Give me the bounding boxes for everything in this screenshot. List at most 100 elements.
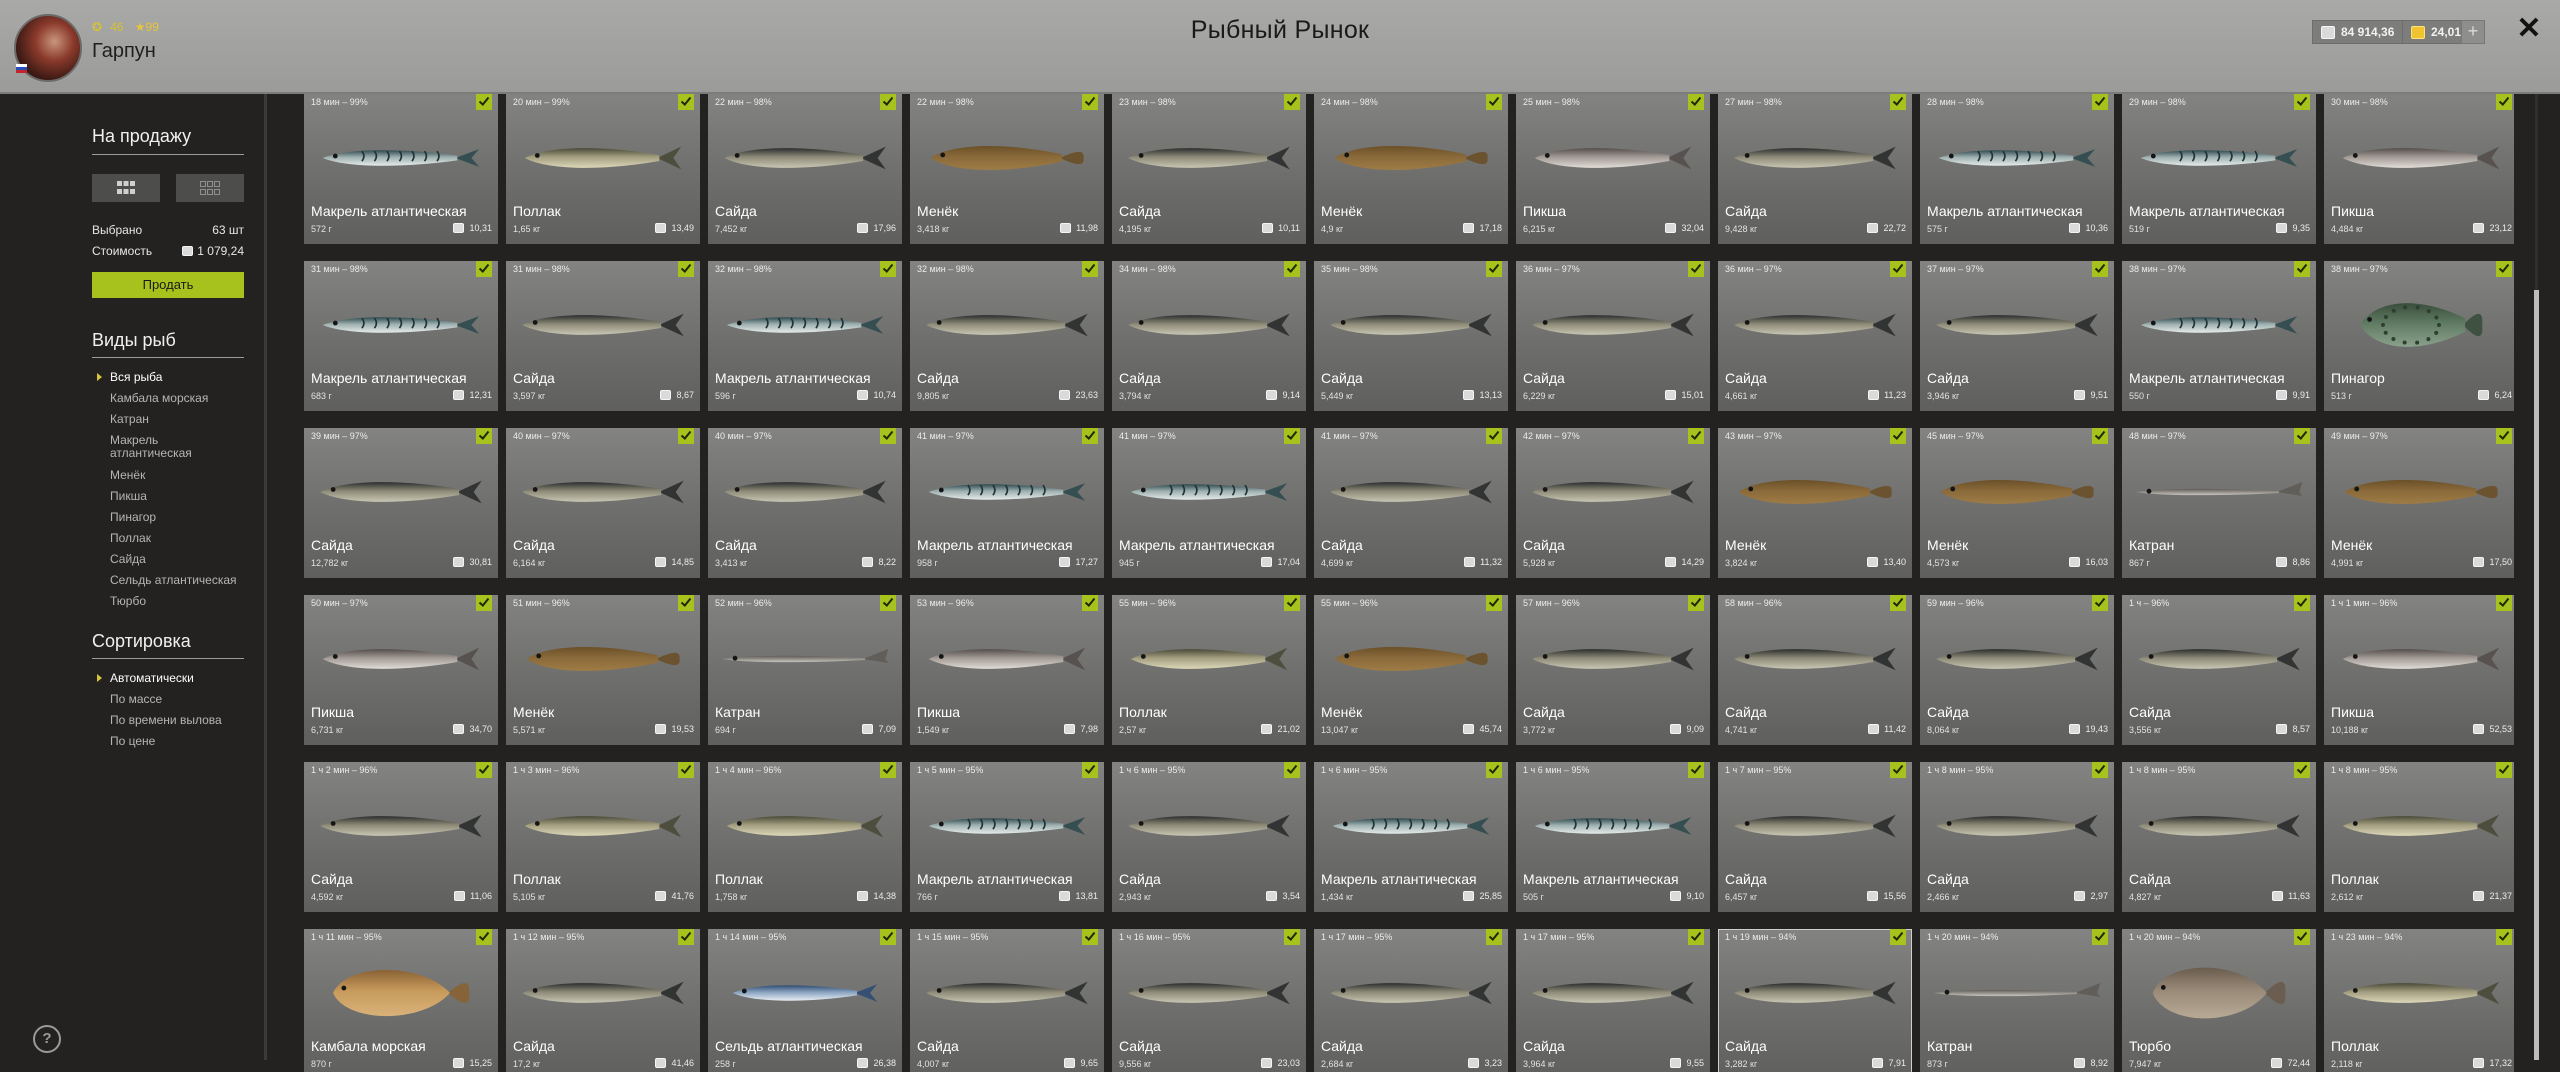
- fish-card[interactable]: 51 мин – 96% Менёк 5,571 кг 19,53: [506, 595, 700, 745]
- fish-card[interactable]: 1 ч 1 мин – 96% Пикша 10,188 кг 52,53: [2324, 595, 2514, 745]
- fish-card[interactable]: 1 ч 15 мин – 95% Сайда 4,007 кг 9,65: [910, 929, 1104, 1072]
- sort-by-catch-time[interactable]: По времени вылова: [110, 714, 250, 727]
- fish-price: 11,23: [1868, 390, 1906, 400]
- fish-card[interactable]: 55 мин – 96% Поллак 2,57 кг 21,02: [1112, 595, 1306, 745]
- fish-card[interactable]: 36 мин – 97% Сайда 4,661 кг 11,23: [1718, 261, 1912, 411]
- fish-price-value: 8,86: [2292, 557, 2310, 567]
- sort-auto[interactable]: Автоматически: [110, 672, 250, 685]
- view-small-grid-button[interactable]: [176, 174, 244, 202]
- fish-card[interactable]: 1 ч 8 мин – 95% Сайда 4,827 кг 11,63: [2122, 762, 2316, 912]
- fish-card[interactable]: 30 мин – 98% Пикша 4,484 кг 23,12: [2324, 94, 2514, 244]
- fish-card[interactable]: 1 ч 6 мин – 95% Макрель атлантическая 50…: [1516, 762, 1710, 912]
- fish-card[interactable]: 52 мин – 96% Катран 694 г 7,09: [708, 595, 902, 745]
- fish-card[interactable]: 41 мин – 97% Сайда 4,699 кг 11,32: [1314, 428, 1508, 578]
- fish-card[interactable]: 1 ч 12 мин – 95% Сайда 17,2 кг 41,46: [506, 929, 700, 1072]
- fish-type-tusk[interactable]: Менёк: [110, 469, 250, 482]
- fish-card[interactable]: 1 ч 6 мин – 95% Макрель атлантическая 1,…: [1314, 762, 1508, 912]
- fish-card[interactable]: 48 мин – 97% Катран 867 г 8,86: [2122, 428, 2316, 578]
- fish-card[interactable]: 41 мин – 97% Макрель атлантическая 945 г…: [1112, 428, 1306, 578]
- fish-card[interactable]: 25 мин – 98% Пикша 6,215 кг 32,04: [1516, 94, 1710, 244]
- close-button[interactable]: ✕: [2514, 14, 2544, 44]
- fish-card[interactable]: 53 мин – 96% Пикша 1,549 кг 7,98: [910, 595, 1104, 745]
- view-large-grid-button[interactable]: [92, 174, 160, 202]
- fish-card[interactable]: 27 мин – 98% Сайда 9,428 кг 22,72: [1718, 94, 1912, 244]
- fish-card[interactable]: 1 ч 20 мин – 94% Тюрбо 7,947 кг 72,44: [2122, 929, 2316, 1072]
- fish-card[interactable]: 22 мин – 98% Сайда 7,452 кг 17,96: [708, 94, 902, 244]
- fish-card[interactable]: 18 мин – 99% Макрель атлантическая 572 г…: [304, 94, 498, 244]
- fish-card[interactable]: 32 мин – 98% Сайда 9,805 кг 23,63: [910, 261, 1104, 411]
- fish-card[interactable]: 35 мин – 98% Сайда 5,449 кг 13,13: [1314, 261, 1508, 411]
- fish-card[interactable]: 36 мин – 97% Сайда 6,229 кг 15,01: [1516, 261, 1710, 411]
- fish-card[interactable]: 57 мин – 96% Сайда 3,772 кг 9,09: [1516, 595, 1710, 745]
- fish-card[interactable]: 1 ч 11 мин – 95% Камбала морская 870 г 1…: [304, 929, 498, 1072]
- fish-card[interactable]: 24 мин – 98% Менёк 4,9 кг 17,18: [1314, 94, 1508, 244]
- fish-saithe-image: [1314, 273, 1508, 373]
- fish-card[interactable]: 28 мин – 98% Макрель атлантическая 575 г…: [1920, 94, 2114, 244]
- sidebar-scrollbar[interactable]: [264, 94, 267, 1060]
- fish-card[interactable]: 1 ч 17 мин – 95% Сайда 3,964 кг 9,55: [1516, 929, 1710, 1072]
- fish-card[interactable]: 32 мин – 98% Макрель атлантическая 596 г…: [708, 261, 902, 411]
- grid-scrollbar-thumb[interactable]: [2534, 290, 2539, 1060]
- fish-card[interactable]: 55 мин – 96% Менёк 13,047 кг 45,74: [1314, 595, 1508, 745]
- fish-card[interactable]: 31 мин – 98% Сайда 3,597 кг 8,67: [506, 261, 700, 411]
- fish-card[interactable]: 23 мин – 98% Сайда 4,195 кг 10,11: [1112, 94, 1306, 244]
- fish-card[interactable]: 58 мин – 96% Сайда 4,741 кг 11,42: [1718, 595, 1912, 745]
- fish-card[interactable]: 1 ч 8 мин – 95% Сайда 2,466 кг 2,97: [1920, 762, 2114, 912]
- fish-card[interactable]: 29 мин – 98% Макрель атлантическая 519 г…: [2122, 94, 2316, 244]
- fish-type-haddock[interactable]: Пикша: [110, 490, 250, 503]
- fish-type-saithe[interactable]: Сайда: [110, 553, 250, 566]
- fish-card[interactable]: 22 мин – 98% Менёк 3,418 кг 11,98: [910, 94, 1104, 244]
- fish-card[interactable]: 42 мин – 97% Сайда 5,928 кг 14,29: [1516, 428, 1710, 578]
- fish-card[interactable]: 1 ч 7 мин – 95% Сайда 6,457 кг 15,56: [1718, 762, 1912, 912]
- fish-price-value: 11,32: [1480, 557, 1502, 567]
- fish-card[interactable]: 59 мин – 96% Сайда 8,064 кг 19,43: [1920, 595, 2114, 745]
- fish-card[interactable]: 1 ч 19 мин – 94% Сайда 3,282 кг 7,91: [1718, 929, 1912, 1072]
- fish-type-herring[interactable]: Сельдь атлантическая: [110, 574, 250, 587]
- fish-price-value: 15,56: [1883, 891, 1906, 901]
- fish-name: Сайда: [715, 537, 757, 553]
- fish-card[interactable]: 1 ч 23 мин – 94% Поллак 2,118 кг 17,32: [2324, 929, 2514, 1072]
- fish-type-dogfish[interactable]: Катран: [110, 413, 250, 426]
- fish-card[interactable]: 1 ч 17 мин – 95% Сайда 2,684 кг 3,23: [1314, 929, 1508, 1072]
- fish-card[interactable]: 50 мин – 97% Пикша 6,731 кг 34,70: [304, 595, 498, 745]
- fish-type-all[interactable]: Вся рыба: [110, 371, 250, 384]
- fish-type-plaice[interactable]: Камбала морская: [110, 392, 250, 405]
- fish-card[interactable]: 40 мин – 97% Сайда 3,413 кг 8,22: [708, 428, 902, 578]
- fish-price-value: 19,43: [2085, 724, 2108, 734]
- fish-weight: 8,064 кг: [1927, 725, 1960, 735]
- fish-card[interactable]: 1 ч 4 мин – 96% Поллак 1,758 кг 14,38: [708, 762, 902, 912]
- fish-card[interactable]: 38 мин – 97% Пинагор 513 г 6,24: [2324, 261, 2514, 411]
- sell-button[interactable]: Продать: [92, 272, 244, 298]
- fish-card[interactable]: 39 мин – 97% Сайда 12,782 кг 30,81: [304, 428, 498, 578]
- fish-card[interactable]: 1 ч 5 мин – 95% Макрель атлантическая 76…: [910, 762, 1104, 912]
- fish-card[interactable]: 1 ч 20 мин – 94% Катран 873 г 8,92: [1920, 929, 2114, 1072]
- fish-type-lumpfish[interactable]: Пинагор: [110, 511, 250, 524]
- fish-card[interactable]: 1 ч 6 мин – 95% Сайда 2,943 кг 3,54: [1112, 762, 1306, 912]
- fish-weight: 6,164 кг: [513, 558, 546, 568]
- sort-by-price[interactable]: По цене: [110, 735, 250, 748]
- fish-card[interactable]: 49 мин – 97% Менёк 4,991 кг 17,50: [2324, 428, 2514, 578]
- fish-card[interactable]: 37 мин – 97% Сайда 3,946 кг 9,51: [1920, 261, 2114, 411]
- fish-card[interactable]: 1 ч – 96% Сайда 3,556 кг 8,57: [2122, 595, 2316, 745]
- fish-type-pollock[interactable]: Поллак: [110, 532, 250, 545]
- add-gold-button[interactable]: +: [2461, 20, 2485, 44]
- fish-card[interactable]: 1 ч 8 мин – 95% Поллак 2,612 кг 21,37: [2324, 762, 2514, 912]
- fish-card[interactable]: 38 мин – 97% Макрель атлантическая 550 г…: [2122, 261, 2316, 411]
- fish-card[interactable]: 1 ч 3 мин – 96% Поллак 5,105 кг 41,76: [506, 762, 700, 912]
- fish-card[interactable]: 20 мин – 99% Поллак 1,65 кг 13,49: [506, 94, 700, 244]
- fish-price: 13,49: [655, 223, 694, 233]
- fish-card[interactable]: 1 ч 16 мин – 95% Сайда 9,556 кг 23,03: [1112, 929, 1306, 1072]
- sort-by-weight[interactable]: По массе: [110, 693, 250, 706]
- fish-price: 9,91: [2276, 390, 2310, 400]
- fish-card[interactable]: 43 мин – 97% Менёк 3,824 кг 13,40: [1718, 428, 1912, 578]
- fish-card[interactable]: 41 мин – 97% Макрель атлантическая 958 г…: [910, 428, 1104, 578]
- fish-card[interactable]: 31 мин – 98% Макрель атлантическая 683 г…: [304, 261, 498, 411]
- fish-card[interactable]: 1 ч 2 мин – 96% Сайда 4,592 кг 11,06: [304, 762, 498, 912]
- fish-card[interactable]: 45 мин – 97% Менёк 4,573 кг 16,03: [1920, 428, 2114, 578]
- fish-type-turbot[interactable]: Тюрбо: [110, 595, 250, 608]
- help-button[interactable]: ?: [33, 1025, 61, 1053]
- fish-card[interactable]: 34 мин – 98% Сайда 3,794 кг 9,14: [1112, 261, 1306, 411]
- fish-type-mackerel[interactable]: Макрель атлантическая: [110, 434, 210, 460]
- fish-card[interactable]: 40 мин – 97% Сайда 6,164 кг 14,85: [506, 428, 700, 578]
- fish-card[interactable]: 1 ч 14 мин – 95% Сельдь атлантическая 25…: [708, 929, 902, 1072]
